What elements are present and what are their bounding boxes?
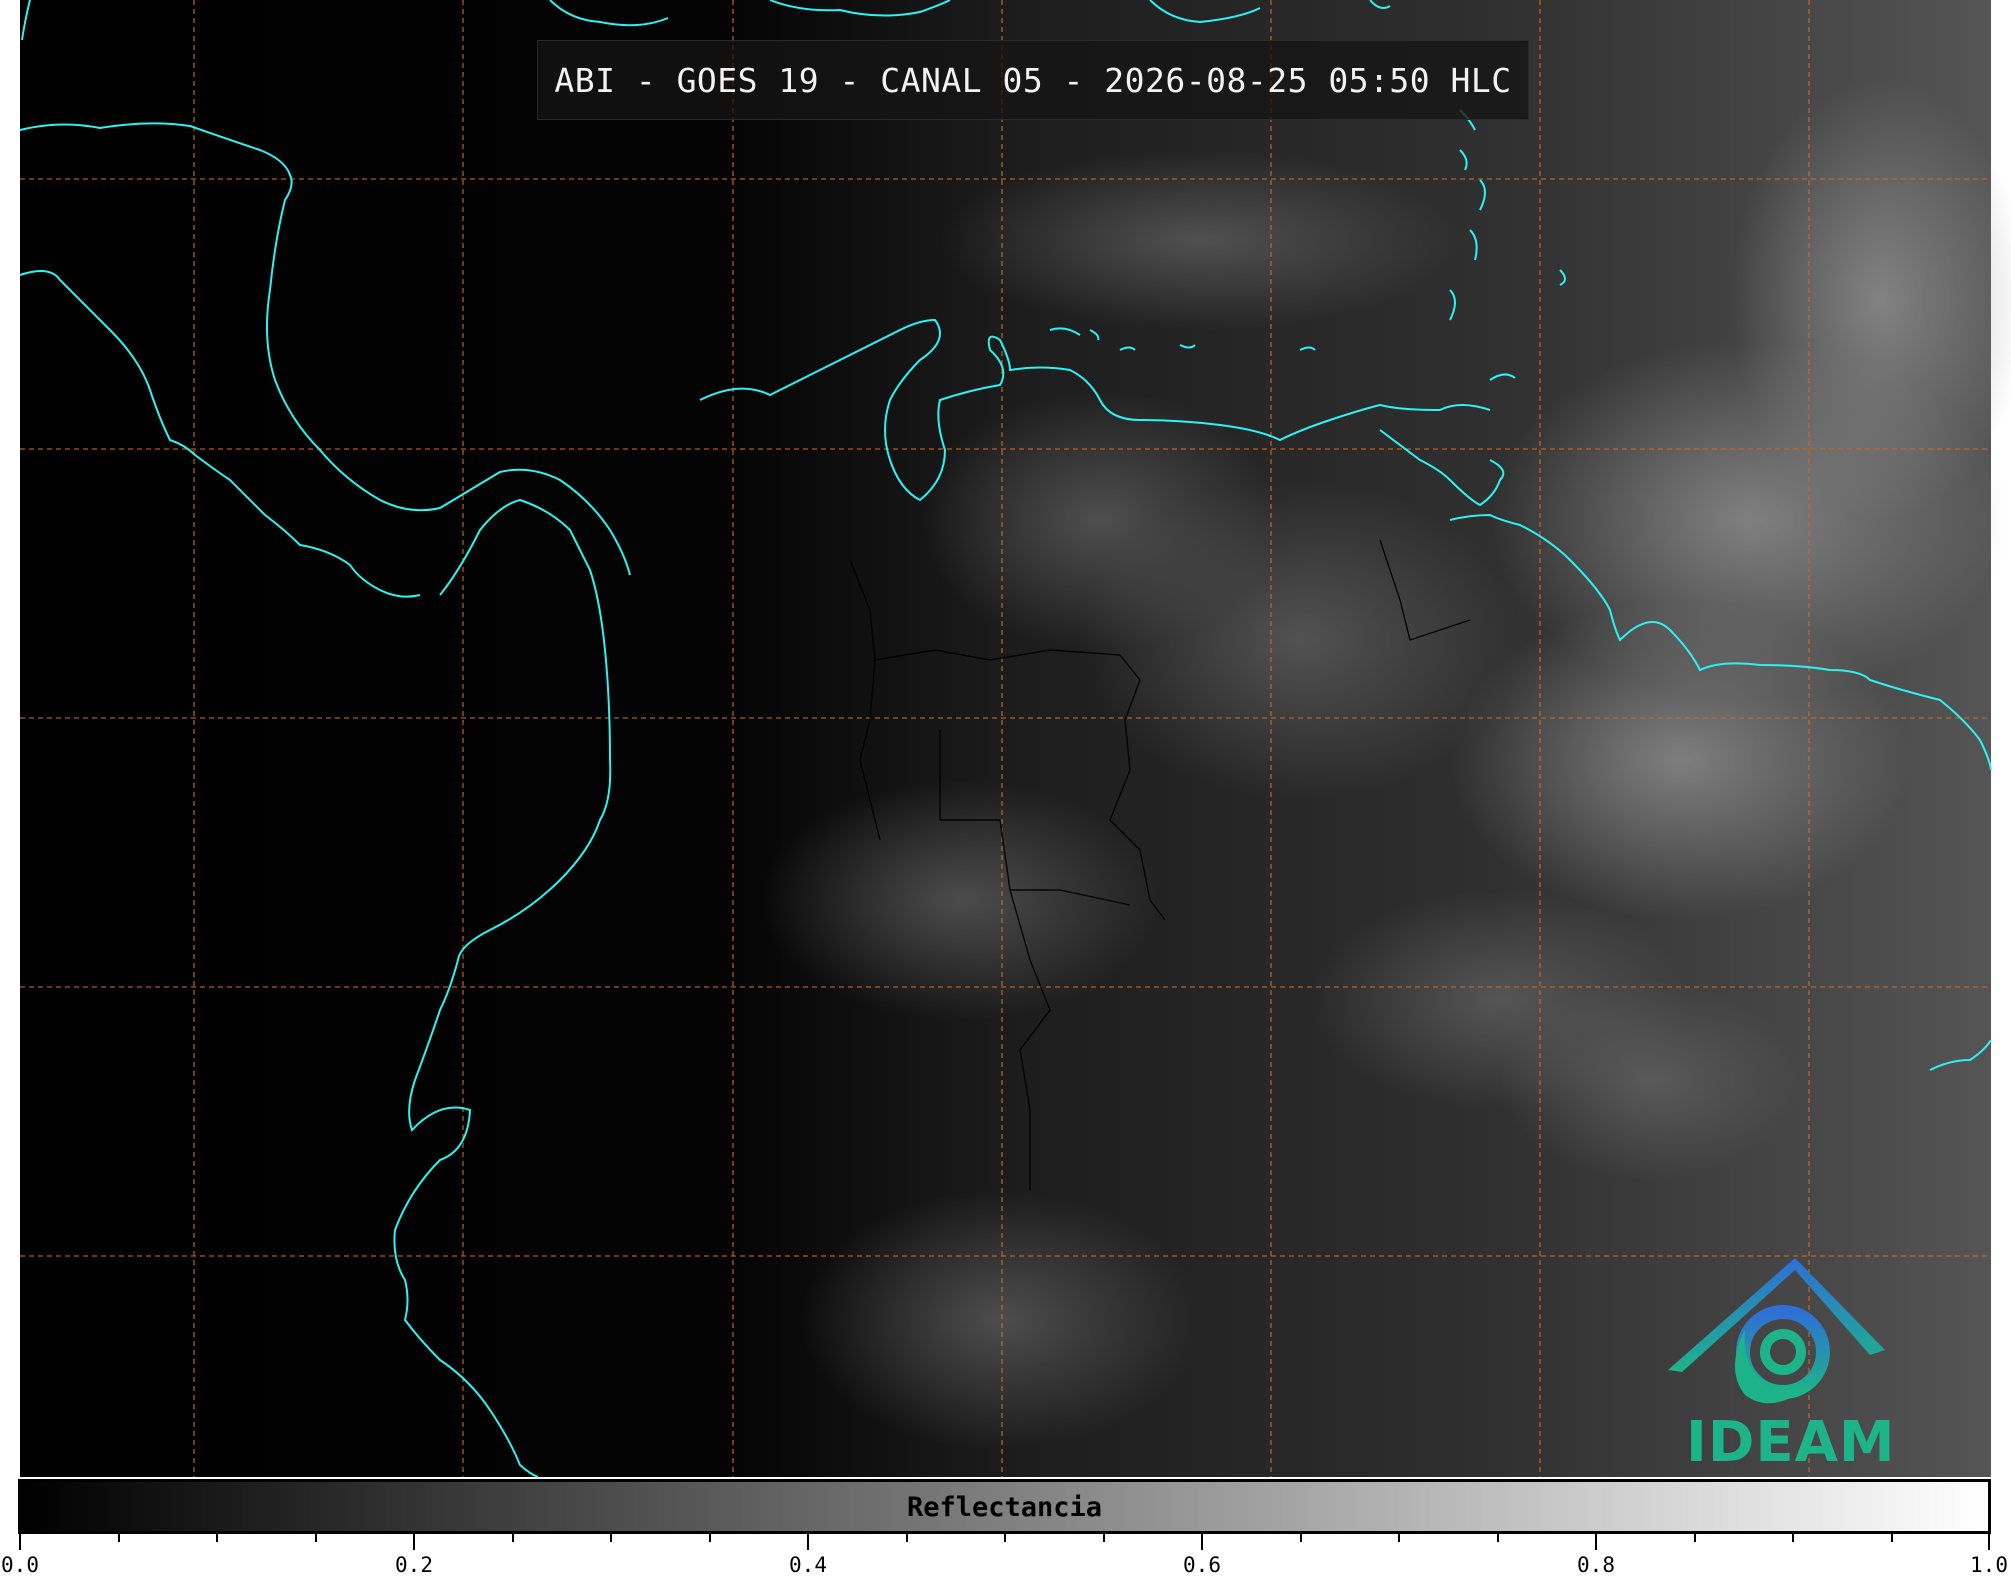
colorbar-tick-label: 0.0 [1,1553,39,1577]
colorbar-tick-label: 0.2 [395,1553,433,1577]
colorbar-tick-label: 0.8 [1577,1553,1615,1577]
colorbar-tick-label: 1.0 [1970,1553,2008,1577]
colorbar-tick-label: 0.6 [1183,1553,1221,1577]
satellite-map[interactable] [0,0,2011,1577]
map-title: ABI - GOES 19 - CANAL 05 - 2026-08-25 05… [537,40,1529,120]
colorbar-tick-label: 0.4 [789,1553,827,1577]
ideam-logo-text: IDEAM [1686,1410,1896,1475]
colorbar-ticks [19,1534,1990,1550]
colorbar-label: Reflectancia [906,1492,1103,1523]
colorbar: Reflectancia [18,1479,1991,1534]
